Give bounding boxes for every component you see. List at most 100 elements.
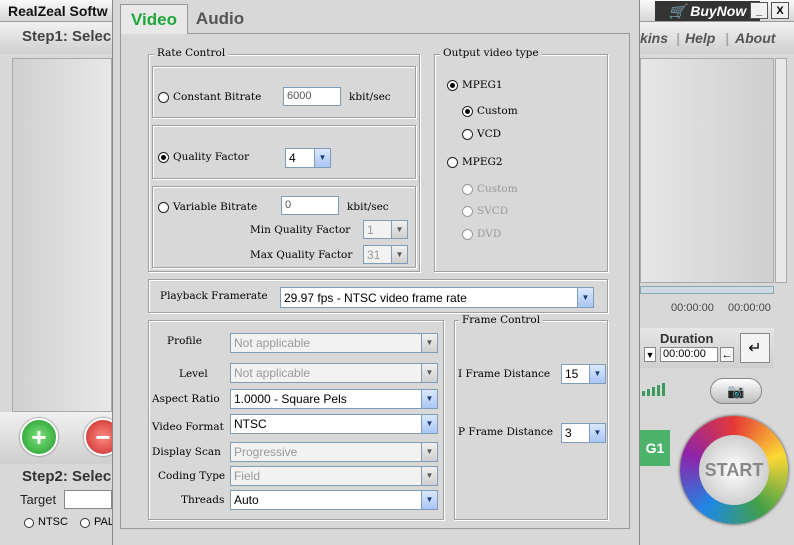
- quality-factor-radio[interactable]: [158, 152, 169, 163]
- min-quality-select[interactable]: 1 ▼: [363, 220, 408, 239]
- menu-skins[interactable]: kins: [640, 30, 668, 46]
- add-file-button[interactable]: +: [20, 418, 58, 456]
- pal-label: PAL: [94, 516, 114, 528]
- mpeg1-radio[interactable]: [447, 80, 458, 91]
- dvd-radio[interactable]: [462, 229, 473, 240]
- minus-icon: −: [95, 421, 111, 452]
- variable-bitrate-label: Variable Bitrate: [173, 201, 258, 213]
- playback-framerate-select[interactable]: 29.97 fps - NTSC video frame rate ▼: [280, 287, 594, 308]
- custom-mpeg1-label: Custom: [477, 105, 518, 117]
- chevron-down-icon: ▼: [421, 390, 437, 408]
- chevron-down-icon: ▼: [391, 246, 407, 263]
- profile-select[interactable]: Not applicable ▼: [230, 333, 438, 353]
- mpeg1-label: MPEG1: [462, 79, 503, 91]
- duration-input[interactable]: 00:00:00: [660, 347, 718, 362]
- ntsc-label: NTSC: [38, 516, 68, 528]
- time-start: 00:00:00: [671, 302, 714, 314]
- arrow-left-icon[interactable]: ←: [720, 347, 734, 362]
- file-list-pane[interactable]: [12, 58, 112, 412]
- camera-icon: 📷: [727, 382, 745, 399]
- output-type-title: Output video type: [440, 47, 542, 59]
- duration-down-icon[interactable]: ▼: [644, 347, 656, 362]
- seek-track[interactable]: [640, 286, 774, 294]
- menu-about[interactable]: About: [735, 30, 775, 46]
- i-frame-distance-label: I Frame Distance: [458, 368, 551, 380]
- custom-mpeg1-radio[interactable]: [462, 106, 473, 117]
- preview-scrollbar[interactable]: [775, 58, 787, 283]
- dvd-label: DVD: [477, 228, 502, 240]
- chevron-down-icon: ▼: [421, 415, 437, 433]
- chevron-down-icon: ▼: [421, 491, 437, 509]
- format-tab-mpeg1[interactable]: G1: [640, 430, 670, 466]
- playback-framerate-label: Playback Framerate: [160, 290, 268, 302]
- video-format-select[interactable]: NTSC ▼: [230, 414, 438, 434]
- frame-control-title: Frame Control: [459, 314, 544, 326]
- chevron-down-icon: ▼: [421, 467, 437, 485]
- menu-help[interactable]: Help: [685, 30, 715, 46]
- coding-type-label: Coding Type: [158, 470, 226, 482]
- tab-audio[interactable]: Audio: [190, 4, 250, 34]
- return-icon[interactable]: ↵: [740, 333, 770, 363]
- level-label: Level: [179, 368, 208, 380]
- threads-label: Threads: [181, 494, 225, 506]
- target-input[interactable]: [64, 490, 112, 509]
- step1-label: Step1: Selec: [22, 28, 112, 45]
- display-scan-select[interactable]: Progressive ▼: [230, 442, 438, 462]
- variable-bitrate-radio[interactable]: [158, 202, 169, 213]
- custom-mpeg2-radio[interactable]: [462, 184, 473, 195]
- start-button[interactable]: START: [680, 416, 788, 524]
- variable-bitrate-unit: kbit/sec: [347, 201, 389, 213]
- constant-bitrate-input[interactable]: 6000: [283, 87, 341, 106]
- snapshot-camera-button[interactable]: 📷: [710, 378, 762, 404]
- max-quality-select[interactable]: 31 ▼: [363, 245, 408, 264]
- variable-bitrate-input[interactable]: 0: [281, 196, 339, 215]
- tab-video[interactable]: Video: [120, 4, 188, 34]
- vcd-label: VCD: [477, 128, 502, 140]
- svcd-label: SVCD: [477, 205, 509, 217]
- minimize-button[interactable]: _: [750, 2, 768, 19]
- mpeg2-radio[interactable]: [447, 157, 458, 168]
- quality-factor-label: Quality Factor: [173, 151, 250, 163]
- custom-mpeg2-label: Custom: [477, 183, 518, 195]
- video-format-label: Video Format: [152, 421, 224, 433]
- aspect-ratio-select[interactable]: 1.0000 - Square Pels ▼: [230, 389, 438, 409]
- output-type-group: [434, 54, 608, 272]
- chevron-down-icon: ▼: [421, 443, 437, 461]
- ntsc-radio[interactable]: [24, 518, 34, 528]
- threads-select[interactable]: Auto ▼: [230, 490, 438, 510]
- plus-icon: +: [31, 421, 47, 452]
- constant-bitrate-unit: kbit/sec: [349, 91, 391, 103]
- constant-bitrate-label: Constant Bitrate: [173, 91, 262, 103]
- aspect-ratio-label: Aspect Ratio: [152, 393, 220, 405]
- chevron-down-icon: ▼: [391, 221, 407, 238]
- app-title: RealZeal Softw: [8, 3, 108, 19]
- constant-bitrate-radio[interactable]: [158, 92, 169, 103]
- p-frame-distance-label: P Frame Distance: [458, 426, 553, 438]
- time-end: 00:00:00: [728, 302, 771, 314]
- chevron-down-icon: ▼: [589, 424, 605, 442]
- quality-factor-select[interactable]: 4 ▼: [285, 148, 331, 168]
- i-frame-distance-select[interactable]: 15 ▼: [561, 364, 606, 384]
- chevron-down-icon: ▼: [589, 365, 605, 383]
- vcd-radio[interactable]: [462, 129, 473, 140]
- close-button[interactable]: X: [771, 2, 789, 19]
- chevron-down-icon: ▼: [421, 334, 437, 352]
- mpeg2-label: MPEG2: [462, 156, 503, 168]
- display-scan-label: Display Scan: [152, 446, 221, 458]
- volume-level[interactable]: [640, 380, 688, 398]
- rate-control-title: Rate Control: [154, 47, 229, 59]
- chevron-down-icon: ▼: [314, 149, 330, 167]
- p-frame-distance-select[interactable]: 3 ▼: [561, 423, 606, 443]
- cart-icon: 🛒: [668, 2, 687, 19]
- start-label: START: [699, 435, 769, 505]
- min-quality-label: Min Quality Factor: [250, 224, 351, 236]
- svcd-radio[interactable]: [462, 206, 473, 217]
- step2-label: Step2: Selec: [22, 468, 112, 485]
- duration-label: Duration: [660, 331, 714, 346]
- max-quality-label: Max Quality Factor: [250, 249, 353, 261]
- level-select[interactable]: Not applicable ▼: [230, 363, 438, 383]
- pal-radio[interactable]: [80, 518, 90, 528]
- buy-now-button[interactable]: 🛒 BuyNow: [655, 1, 760, 21]
- coding-type-select[interactable]: Field ▼: [230, 466, 438, 486]
- chevron-down-icon: ▼: [421, 364, 437, 382]
